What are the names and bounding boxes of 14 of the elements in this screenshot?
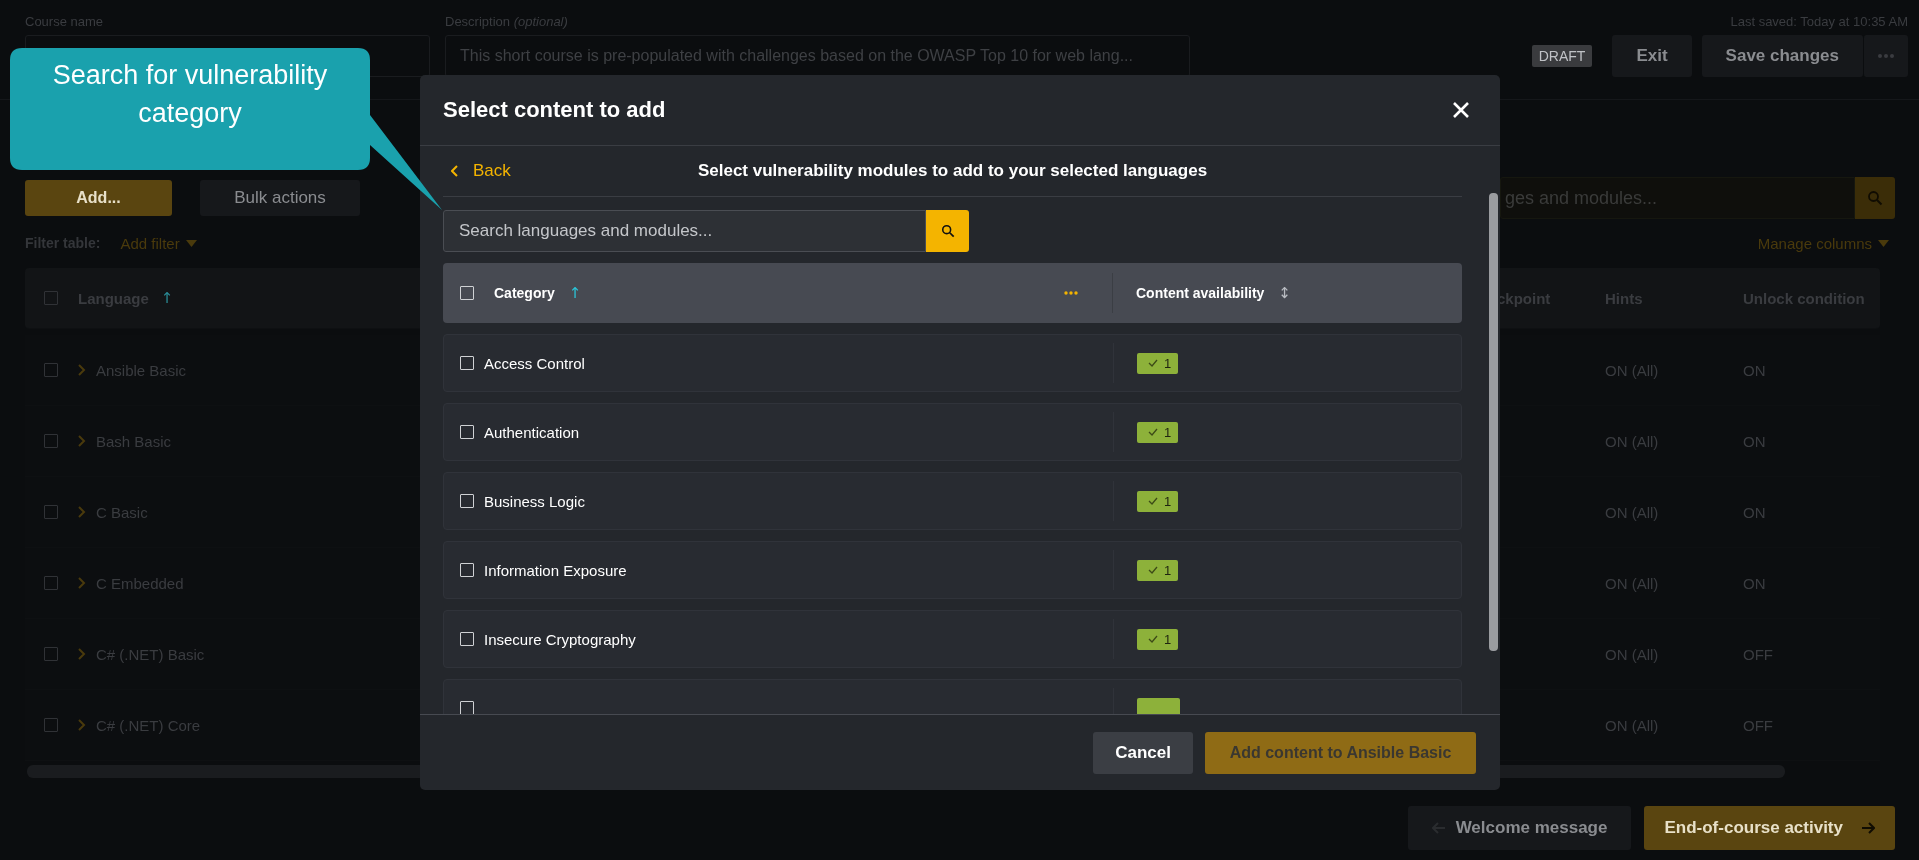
- table-cell: Authentication: [484, 423, 580, 441]
- availability-badge: 1: [1137, 628, 1179, 650]
- availability-badge: 1: [1137, 559, 1179, 581]
- status-badge: DRAFT: [1531, 45, 1593, 67]
- dialog-title: Select content to add: [443, 97, 666, 123]
- table-cell: Access Control: [484, 354, 585, 372]
- callout-text: Search for vulnerability category: [51, 59, 329, 130]
- availability-badge: 1: [1137, 490, 1179, 512]
- table-cell: Insecure Cryptography: [484, 630, 636, 648]
- availability-badge: 1: [1137, 421, 1179, 443]
- dialog-subtitle: Select vulnerability modules to add to your selected languages: [697, 161, 1208, 181]
- table-cell: Information Exposure: [484, 561, 627, 579]
- availability-badge: 1: [1137, 352, 1179, 374]
- table-cell: Business Logic: [484, 492, 585, 510]
